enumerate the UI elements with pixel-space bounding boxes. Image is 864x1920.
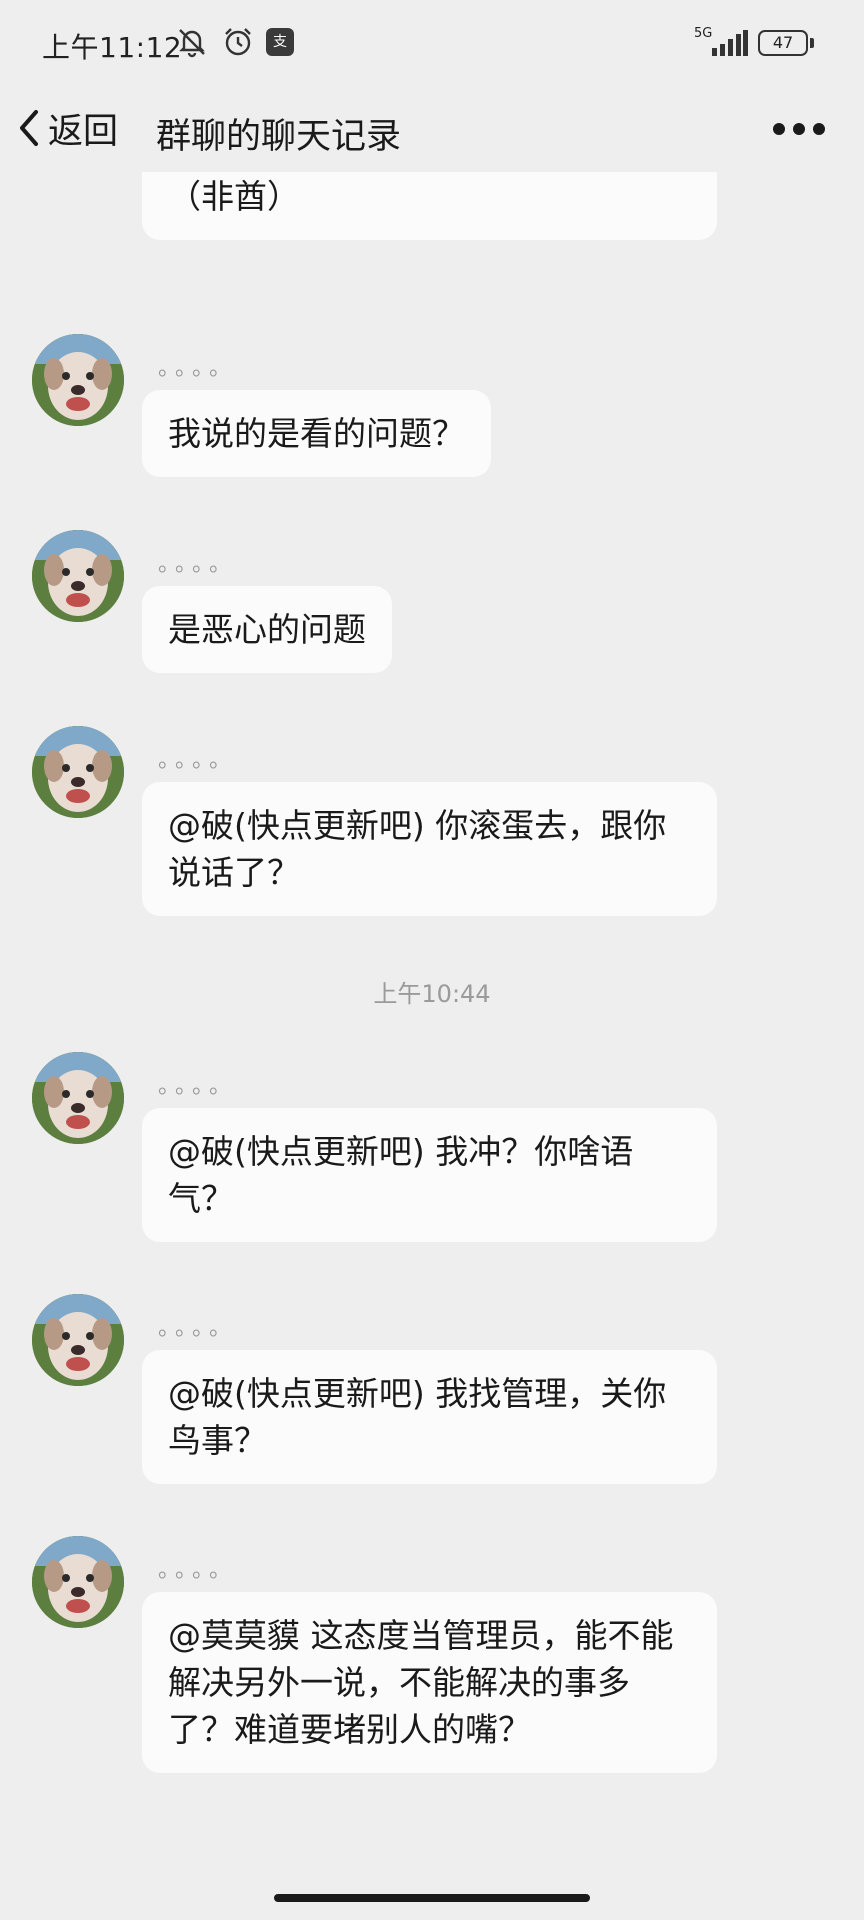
- sender-nickname: 。。。。: [158, 1316, 238, 1341]
- dog-avatar-icon: [32, 726, 124, 818]
- sender-nickname: 。。。。: [158, 552, 238, 577]
- avatar[interactable]: [32, 334, 124, 426]
- status-bar: 上午11:12 支 5G 47: [0, 0, 864, 86]
- message-bubble[interactable]: @破(快点更新吧) 我冲？你啥语气？: [142, 1108, 717, 1242]
- sender-nickname: 。。。。: [158, 748, 238, 773]
- bell-off-icon: [179, 29, 205, 58]
- sender-nickname: 。。。。: [158, 1558, 238, 1583]
- dog-avatar-icon: [32, 1052, 124, 1144]
- avatar[interactable]: [32, 530, 124, 622]
- dog-avatar-icon: [32, 1536, 124, 1628]
- back-button[interactable]: 返回: [12, 100, 118, 156]
- sender-nickname: 。。。。: [158, 356, 238, 381]
- time-divider: 上午10:44: [373, 980, 491, 1008]
- battery-icon: 47: [758, 30, 808, 56]
- app-notification-icon: 支: [266, 28, 294, 56]
- avatar[interactable]: [32, 1294, 124, 1386]
- message-bubble[interactable]: @莫莫貘 这态度当管理员，能不能解决另外一说，不能解决的事多了？难道要堵别人的嘴…: [142, 1592, 717, 1773]
- message-bubble[interactable]: @破(快点更新吧) 我找管理，关你鸟事？: [142, 1350, 717, 1484]
- page-title: 群聊的聊天记录: [156, 117, 402, 157]
- network-type: 5G: [694, 26, 713, 41]
- dog-avatar-icon: [32, 1294, 124, 1386]
- chat-history[interactable]: 嗜猪 @莫莫貘 @胖胖鱼 @涩涩狗（非酋） 。。。。 我说的是看的问题？: [0, 172, 864, 1878]
- message-bubble[interactable]: 是恶心的问题: [142, 586, 392, 673]
- signal-icon: [712, 30, 748, 56]
- navigation-bar: 返回 群聊的聊天记录: [0, 86, 864, 172]
- avatar[interactable]: [32, 726, 124, 818]
- message-bubble[interactable]: @破(快点更新吧) 你滚蛋去，跟你说话了？: [142, 782, 717, 916]
- sender-nickname: 。。。。: [158, 1074, 238, 1099]
- dog-avatar-icon: [32, 530, 124, 622]
- back-label: 返回: [48, 111, 119, 152]
- message-bubble[interactable]: 嗜猪 @莫莫貘 @胖胖鱼 @涩涩狗（非酋）: [142, 172, 717, 240]
- more-icon[interactable]: [770, 112, 828, 146]
- status-time: 上午11:12: [42, 31, 183, 64]
- avatar[interactable]: [32, 1536, 124, 1628]
- alarm-icon: [225, 28, 251, 56]
- dog-avatar-icon: [32, 334, 124, 426]
- message-bubble[interactable]: 我说的是看的问题？: [142, 390, 491, 477]
- battery-tip: [810, 38, 814, 48]
- avatar[interactable]: [32, 1052, 124, 1144]
- home-indicator[interactable]: [274, 1894, 590, 1902]
- chevron-left-icon: [20, 110, 38, 146]
